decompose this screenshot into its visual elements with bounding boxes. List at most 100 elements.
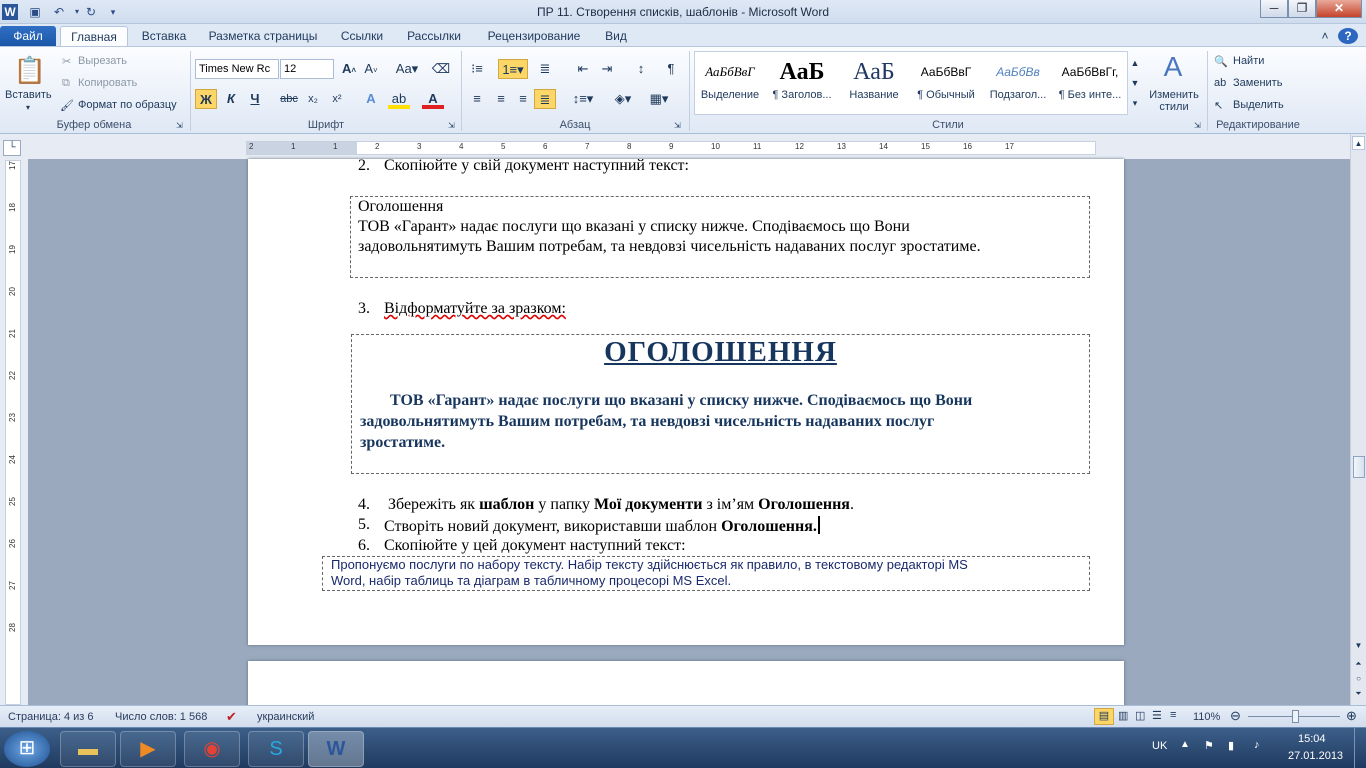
scroll-up-icon[interactable]: ▲: [1352, 136, 1365, 150]
change-case-icon[interactable]: Aa▾: [392, 59, 422, 79]
strikethrough-button[interactable]: abc: [278, 89, 300, 109]
box-line[interactable]: зростатиме.: [360, 434, 445, 452]
network-icon[interactable]: ▮: [1228, 739, 1234, 752]
paste-button[interactable]: Вставить: [5, 89, 52, 101]
paste-icon[interactable]: 📋: [10, 53, 50, 87]
style-no-spacing[interactable]: АаБбВвГг, ¶ Без инте...: [1054, 55, 1126, 113]
style-heading[interactable]: АаБ ¶ Заголов...: [766, 55, 838, 113]
tab-home[interactable]: Главная: [60, 26, 128, 46]
show-marks-icon[interactable]: ¶: [660, 59, 682, 79]
zoom-level[interactable]: 110%: [1193, 711, 1220, 723]
box-line[interactable]: Word, набір таблиць та діаграм в табличн…: [331, 573, 731, 588]
select-button[interactable]: Выделить: [1233, 99, 1284, 111]
multilevel-list-icon[interactable]: ≣: [534, 59, 556, 79]
find-icon[interactable]: 🔍: [1214, 55, 1228, 68]
justify-icon[interactable]: ≣: [534, 89, 556, 109]
copy-button[interactable]: Копировать: [78, 77, 137, 89]
explorer-icon[interactable]: ▬: [60, 731, 116, 767]
word-count[interactable]: Число слов: 1 568: [115, 711, 207, 723]
show-desktop-button[interactable]: [1354, 728, 1366, 768]
styles-more-icon[interactable]: ▾: [1128, 93, 1142, 113]
start-button[interactable]: ⊞: [4, 731, 50, 767]
styles-scroll-up-icon[interactable]: ▲: [1128, 53, 1142, 73]
copy-icon[interactable]: ⧉: [62, 77, 70, 90]
align-right-icon[interactable]: ≡: [512, 89, 534, 109]
tab-review[interactable]: Рецензирование: [478, 26, 590, 46]
scroll-thumb[interactable]: [1353, 456, 1365, 478]
outline-icon[interactable]: ☰: [1152, 709, 1162, 722]
list-item-text[interactable]: Скопіюйте у цей документ наступний текст…: [384, 537, 686, 555]
tab-mailings[interactable]: Рассылки: [400, 26, 468, 46]
tab-page-layout[interactable]: Разметка страницы: [202, 26, 324, 46]
italic-button[interactable]: К: [220, 89, 242, 109]
help-icon[interactable]: ?: [1338, 28, 1358, 44]
grow-font-icon[interactable]: A˄: [338, 59, 360, 79]
text-effects-icon[interactable]: A: [360, 89, 382, 109]
font-launcher-icon[interactable]: ⇲: [448, 121, 455, 130]
page-count[interactable]: Страница: 4 из 6: [8, 711, 94, 723]
style-title[interactable]: АаБ Название: [838, 55, 910, 113]
tab-selector-icon[interactable]: └: [3, 140, 21, 156]
select-icon[interactable]: ↖: [1214, 99, 1223, 112]
language-indicator[interactable]: UK: [1152, 740, 1167, 752]
previous-page-icon[interactable]: ⏶: [1352, 657, 1365, 671]
paragraph-launcher-icon[interactable]: ⇲: [674, 121, 681, 130]
highlight-icon[interactable]: ab: [388, 89, 410, 109]
find-button[interactable]: Найти: [1233, 55, 1264, 67]
box-line[interactable]: ТОВ «Гарант» надає послуги що вказані у …: [390, 392, 972, 410]
bullets-icon[interactable]: ⁝≡: [466, 59, 488, 79]
minimize-button[interactable]: ─: [1260, 0, 1288, 18]
flag-icon[interactable]: ⚑: [1204, 739, 1214, 752]
numbering-icon[interactable]: 1≡▾: [498, 59, 528, 79]
clock-time[interactable]: 15:04: [1298, 733, 1326, 745]
font-color-icon[interactable]: A: [422, 89, 444, 109]
change-styles-icon[interactable]: A: [1156, 51, 1190, 83]
align-center-icon[interactable]: ≡: [490, 89, 512, 109]
list-item-text[interactable]: Створіть новий документ, використавши ша…: [384, 516, 820, 536]
bold-button[interactable]: Ж: [195, 89, 217, 109]
media-player-icon[interactable]: ▶: [120, 731, 176, 767]
shrink-font-icon[interactable]: A˅: [360, 59, 382, 79]
chrome-icon[interactable]: ◉: [184, 731, 240, 767]
draft-icon[interactable]: ≡: [1170, 709, 1176, 721]
clock-date[interactable]: 27.01.2013: [1288, 750, 1343, 762]
box-line[interactable]: задовольнятимуть Вашим потребам, та невд…: [358, 238, 981, 256]
replace-icon[interactable]: ab: [1214, 77, 1226, 89]
superscript-button[interactable]: x²: [326, 89, 348, 109]
list-item-text[interactable]: Відформатуйте за зразком:: [384, 300, 566, 318]
full-screen-reading-icon[interactable]: ▥: [1118, 709, 1128, 722]
horizontal-ruler[interactable]: 2 1 1 2 3 4 5 6 7 8 9 10 11 12 13 14 15 16 17: [246, 141, 1096, 155]
print-layout-icon[interactable]: ▤: [1094, 708, 1114, 725]
list-item-text[interactable]: Збережіть як шаблон у папку Мої документ…: [388, 496, 854, 514]
box-title[interactable]: Оголошення: [358, 198, 443, 216]
cut-button[interactable]: Вырезать: [78, 55, 127, 67]
skype-icon[interactable]: S: [248, 731, 304, 767]
shading-icon[interactable]: ◈▾: [608, 89, 638, 109]
announcement-heading[interactable]: ОГОЛОШЕННЯ: [351, 336, 1090, 369]
format-painter-icon[interactable]: 🖌: [60, 99, 74, 112]
sort-icon[interactable]: ↕: [630, 59, 652, 79]
close-button[interactable]: ✕: [1316, 0, 1362, 18]
subscript-button[interactable]: x₂: [302, 89, 324, 109]
format-painter-button[interactable]: Формат по образцу: [78, 99, 177, 111]
tray-expand-icon[interactable]: ▲: [1180, 739, 1190, 750]
align-left-icon[interactable]: ≡: [466, 89, 488, 109]
box-line[interactable]: Пропонуємо послуги по набору тексту. Наб…: [331, 557, 968, 572]
clear-formatting-icon[interactable]: ⌫: [430, 59, 452, 79]
style-normal[interactable]: АаБбВвГ ¶ Обычный: [910, 55, 982, 113]
tab-file[interactable]: Файл: [0, 26, 56, 46]
next-page-icon[interactable]: ⏷: [1352, 687, 1365, 701]
tab-references[interactable]: Ссылки: [336, 26, 388, 46]
vertical-ruler[interactable]: 17 18 19 20 21 22 23 24 25 26 27 28: [5, 160, 21, 705]
style-emphasis[interactable]: АаБбВвГ Выделение: [694, 55, 766, 113]
style-subtitle[interactable]: АаБбВв Подзагол...: [982, 55, 1054, 113]
borders-icon[interactable]: ▦▾: [644, 89, 674, 109]
word-taskbar-icon[interactable]: W: [308, 731, 364, 767]
increase-indent-icon[interactable]: ⇥: [596, 59, 618, 79]
zoom-slider-thumb[interactable]: [1292, 710, 1299, 723]
font-name-combo[interactable]: Times New Rc: [195, 59, 279, 79]
zoom-in-icon[interactable]: ⊕: [1346, 708, 1357, 724]
decrease-indent-icon[interactable]: ⇤: [572, 59, 594, 79]
styles-launcher-icon[interactable]: ⇲: [1194, 121, 1201, 130]
list-item-text[interactable]: Скопіюйте у свій документ наступний текс…: [384, 157, 689, 175]
